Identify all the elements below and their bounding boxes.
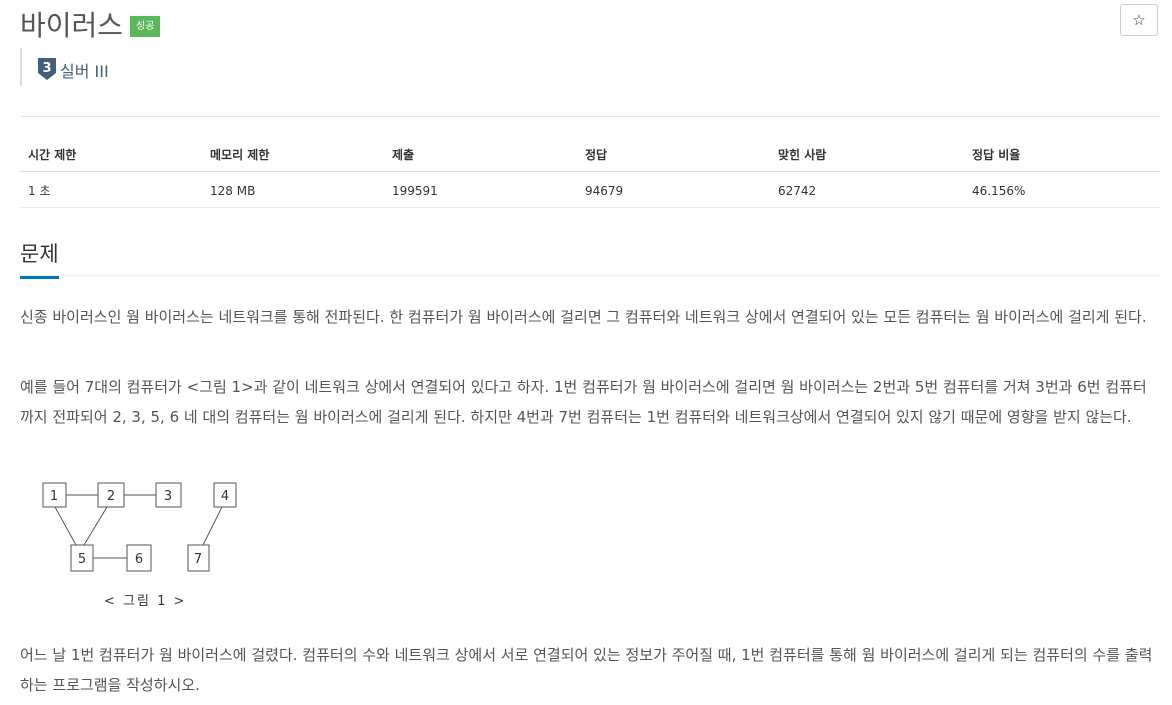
table-row: 1 초 128 MB 199591 94679 62742 46.156% xyxy=(20,171,1160,208)
header-memory-limit: 메모리 제한 xyxy=(202,140,384,172)
silver-tier-icon: 3 xyxy=(38,58,56,80)
node-3: 3 xyxy=(164,489,172,504)
problem-info-table: 시간 제한 메모리 제한 제출 정답 맞힌 사람 정답 비율 1 초 128 M… xyxy=(20,140,1160,208)
accepted-value: 94679 xyxy=(577,171,770,208)
status-badge: 성공 xyxy=(130,16,161,37)
tier-box: 3 실버 III xyxy=(20,48,109,86)
problem-title: 바이러스 xyxy=(20,9,124,42)
problem-paragraph-2: 예를 들어 7대의 컴퓨터가 <그림 1>과 같이 네트워크 상에서 연결되어 … xyxy=(20,378,1147,426)
time-limit-value: 1 초 xyxy=(20,171,202,208)
section-divider xyxy=(20,275,1160,276)
node-6: 6 xyxy=(135,552,143,567)
network-figure: 1 2 3 4 5 6 7 xyxy=(42,482,237,572)
node-4: 4 xyxy=(221,489,229,504)
header-submissions: 제출 xyxy=(384,140,577,172)
tier-number: 3 xyxy=(42,61,51,76)
problem-paragraph-1: 신종 바이러스인 웜 바이러스는 네트워크를 통해 전파된다. 한 컴퓨터가 웜… xyxy=(20,308,1147,326)
memory-limit-value: 128 MB xyxy=(202,171,384,208)
divider xyxy=(20,116,1160,117)
node-5: 5 xyxy=(78,552,86,567)
header-time-limit: 시간 제한 xyxy=(20,140,202,172)
table-header-row: 시간 제한 메모리 제한 제출 정답 맞힌 사람 정답 비율 xyxy=(20,140,1160,172)
solvers-value: 62742 xyxy=(770,171,964,208)
header-accepted: 정답 xyxy=(577,140,770,172)
submissions-value: 199591 xyxy=(384,171,577,208)
figure-caption: < 그림 1 > xyxy=(104,594,187,609)
tier-label[interactable]: 실버 III xyxy=(60,58,109,82)
star-icon: ☆ xyxy=(1132,11,1146,29)
problem-paragraph-3: 어느 날 1번 컴퓨터가 웜 바이러스에 걸렸다. 컴퓨터의 수와 네트워크 상… xyxy=(20,646,1153,694)
accept-rate-value: 46.156% xyxy=(964,171,1160,208)
node-2: 2 xyxy=(107,489,115,504)
header-solvers: 맞힌 사람 xyxy=(770,140,964,172)
section-title-problem: 문제 xyxy=(20,238,59,279)
header-accept-rate: 정답 비율 xyxy=(964,140,1160,172)
node-1: 1 xyxy=(50,489,58,504)
node-7: 7 xyxy=(194,552,202,567)
favorite-star-button[interactable]: ☆ xyxy=(1120,4,1158,36)
